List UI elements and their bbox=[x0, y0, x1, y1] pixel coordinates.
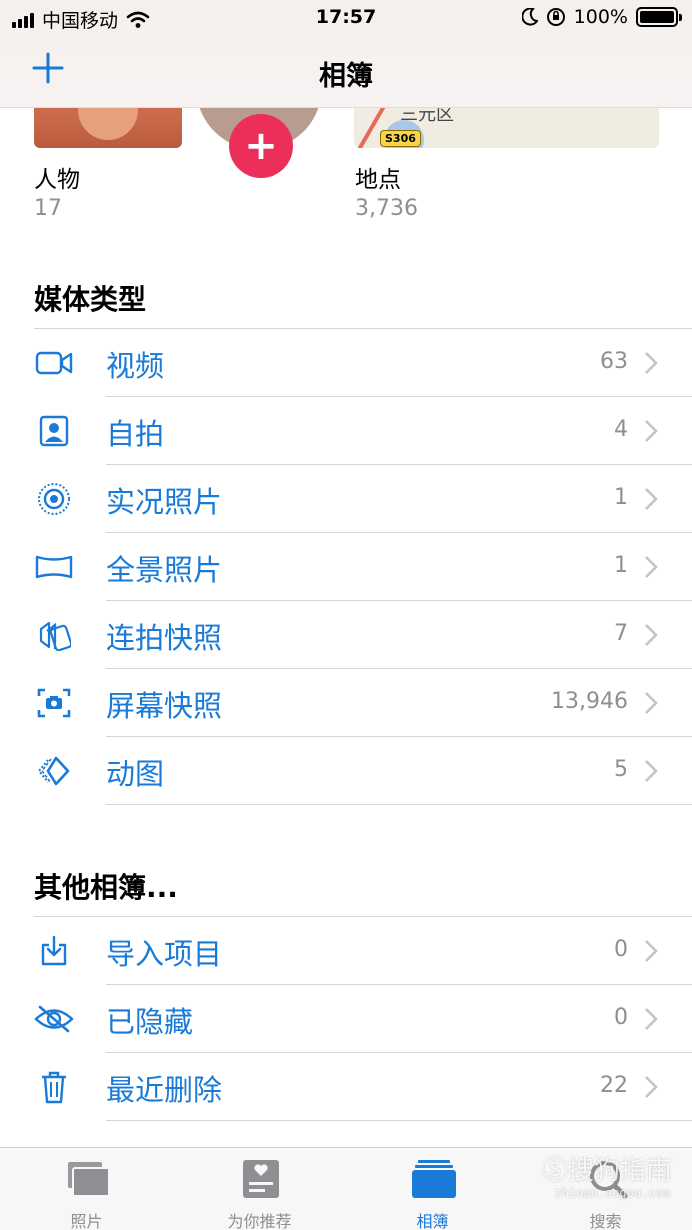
album-row-bursts[interactable]: 连拍快照 7 bbox=[0, 601, 692, 669]
tab-label: 相簿 bbox=[416, 1212, 449, 1230]
watermark: Ⓢ搜狗指南 bbox=[542, 1150, 672, 1187]
other-albums-heading: 其他相簿... bbox=[34, 871, 178, 904]
page-title: 相簿 bbox=[319, 61, 373, 92]
photos-icon bbox=[68, 1162, 110, 1197]
album-count: 0 bbox=[614, 1005, 628, 1030]
album-row-imports[interactable]: 导入项目 0 bbox=[0, 917, 692, 985]
album-label: 自拍 bbox=[106, 417, 165, 451]
places-album-label[interactable]: 地点 bbox=[355, 160, 401, 194]
tab-label: 照片 bbox=[70, 1212, 103, 1230]
battery-percent: 100% bbox=[573, 6, 628, 28]
chevron-right-icon bbox=[645, 556, 658, 578]
album-row-video[interactable]: 视频 63 bbox=[0, 329, 692, 397]
top-bar: 中国移动 17:57 100% 相簿 bbox=[0, 0, 692, 108]
album-label: 连拍快照 bbox=[106, 621, 223, 655]
orientation-lock-icon bbox=[546, 8, 565, 26]
video-icon bbox=[34, 345, 74, 381]
moon-icon bbox=[521, 8, 538, 26]
album-count: 1 bbox=[614, 485, 628, 510]
trash-icon bbox=[34, 1069, 74, 1105]
album-count: 7 bbox=[614, 621, 628, 646]
album-label: 实况照片 bbox=[106, 485, 223, 519]
tab-label: 搜索 bbox=[589, 1212, 622, 1230]
album-label: 最近删除 bbox=[106, 1073, 223, 1107]
album-row-hidden[interactable]: 已隐藏 0 bbox=[0, 985, 692, 1053]
album-count: 63 bbox=[600, 349, 628, 374]
album-label: 已隐藏 bbox=[106, 1005, 194, 1039]
album-label: 导入项目 bbox=[106, 937, 223, 971]
tab-photos[interactable]: 照片 bbox=[0, 1148, 173, 1230]
album-count: 1 bbox=[614, 553, 628, 578]
tab-albums[interactable]: 相簿 bbox=[346, 1148, 519, 1230]
plus-icon: + bbox=[244, 123, 278, 169]
album-count: 5 bbox=[614, 757, 628, 782]
album-count: 22 bbox=[600, 1073, 628, 1098]
albums-icon bbox=[412, 1160, 456, 1198]
sogou-logo-icon: Ⓢ bbox=[541, 1156, 568, 1186]
people-album-count: 17 bbox=[34, 196, 62, 221]
tab-for-you[interactable]: 为你推荐 bbox=[173, 1148, 346, 1230]
divider bbox=[106, 1120, 692, 1121]
chevron-right-icon bbox=[645, 624, 658, 646]
chevron-right-icon bbox=[645, 940, 658, 962]
album-label: 视频 bbox=[106, 349, 165, 383]
chevron-right-icon bbox=[645, 1008, 658, 1030]
albums-screen: 三元区 S306 + 中国移动 17:57 100% 相簿 人物 17 地点 3… bbox=[0, 0, 692, 1230]
status-bar: 中国移动 17:57 100% bbox=[0, 0, 692, 36]
divider bbox=[106, 804, 692, 805]
map-road-shield: S306 bbox=[380, 130, 421, 147]
album-row-recently-deleted[interactable]: 最近删除 22 bbox=[0, 1053, 692, 1121]
album-row-selfies[interactable]: 自拍 4 bbox=[0, 397, 692, 465]
selfie-icon bbox=[34, 413, 74, 449]
chevron-right-icon bbox=[645, 1076, 658, 1098]
album-row-animated[interactable]: 动图 5 bbox=[0, 737, 692, 805]
album-count: 4 bbox=[614, 417, 628, 442]
album-count: 0 bbox=[614, 937, 628, 962]
animated-icon bbox=[34, 753, 74, 789]
burst-icon bbox=[34, 617, 74, 653]
watermark-text: 搜狗指南 bbox=[567, 1156, 672, 1186]
chevron-right-icon bbox=[645, 352, 658, 374]
album-label: 动图 bbox=[106, 757, 165, 791]
album-count: 13,946 bbox=[551, 689, 628, 714]
people-album-label[interactable]: 人物 bbox=[34, 160, 80, 194]
chevron-right-icon bbox=[645, 420, 658, 442]
album-row-screenshots[interactable]: 屏幕快照 13,946 bbox=[0, 669, 692, 737]
live-photo-icon bbox=[34, 481, 74, 517]
places-album-count: 3,736 bbox=[355, 196, 418, 221]
album-label: 屏幕快照 bbox=[106, 689, 223, 723]
add-person-badge[interactable]: + bbox=[229, 114, 293, 178]
chevron-right-icon bbox=[645, 760, 658, 782]
watermark-url: zhinan.sogou.com bbox=[554, 1186, 670, 1200]
import-icon bbox=[34, 933, 74, 969]
album-label: 全景照片 bbox=[106, 553, 223, 587]
for-you-icon bbox=[243, 1160, 279, 1198]
panorama-icon bbox=[34, 549, 74, 585]
chevron-right-icon bbox=[645, 692, 658, 714]
media-types-heading: 媒体类型 bbox=[34, 283, 147, 316]
screenshot-icon bbox=[34, 685, 74, 721]
battery-icon bbox=[636, 7, 682, 27]
tab-label: 为你推荐 bbox=[227, 1212, 292, 1230]
album-row-panoramas[interactable]: 全景照片 1 bbox=[0, 533, 692, 601]
navigation-bar: 相簿 bbox=[0, 40, 692, 104]
chevron-right-icon bbox=[645, 488, 658, 510]
album-row-live-photos[interactable]: 实况照片 1 bbox=[0, 465, 692, 533]
hidden-eye-icon bbox=[34, 1001, 74, 1037]
